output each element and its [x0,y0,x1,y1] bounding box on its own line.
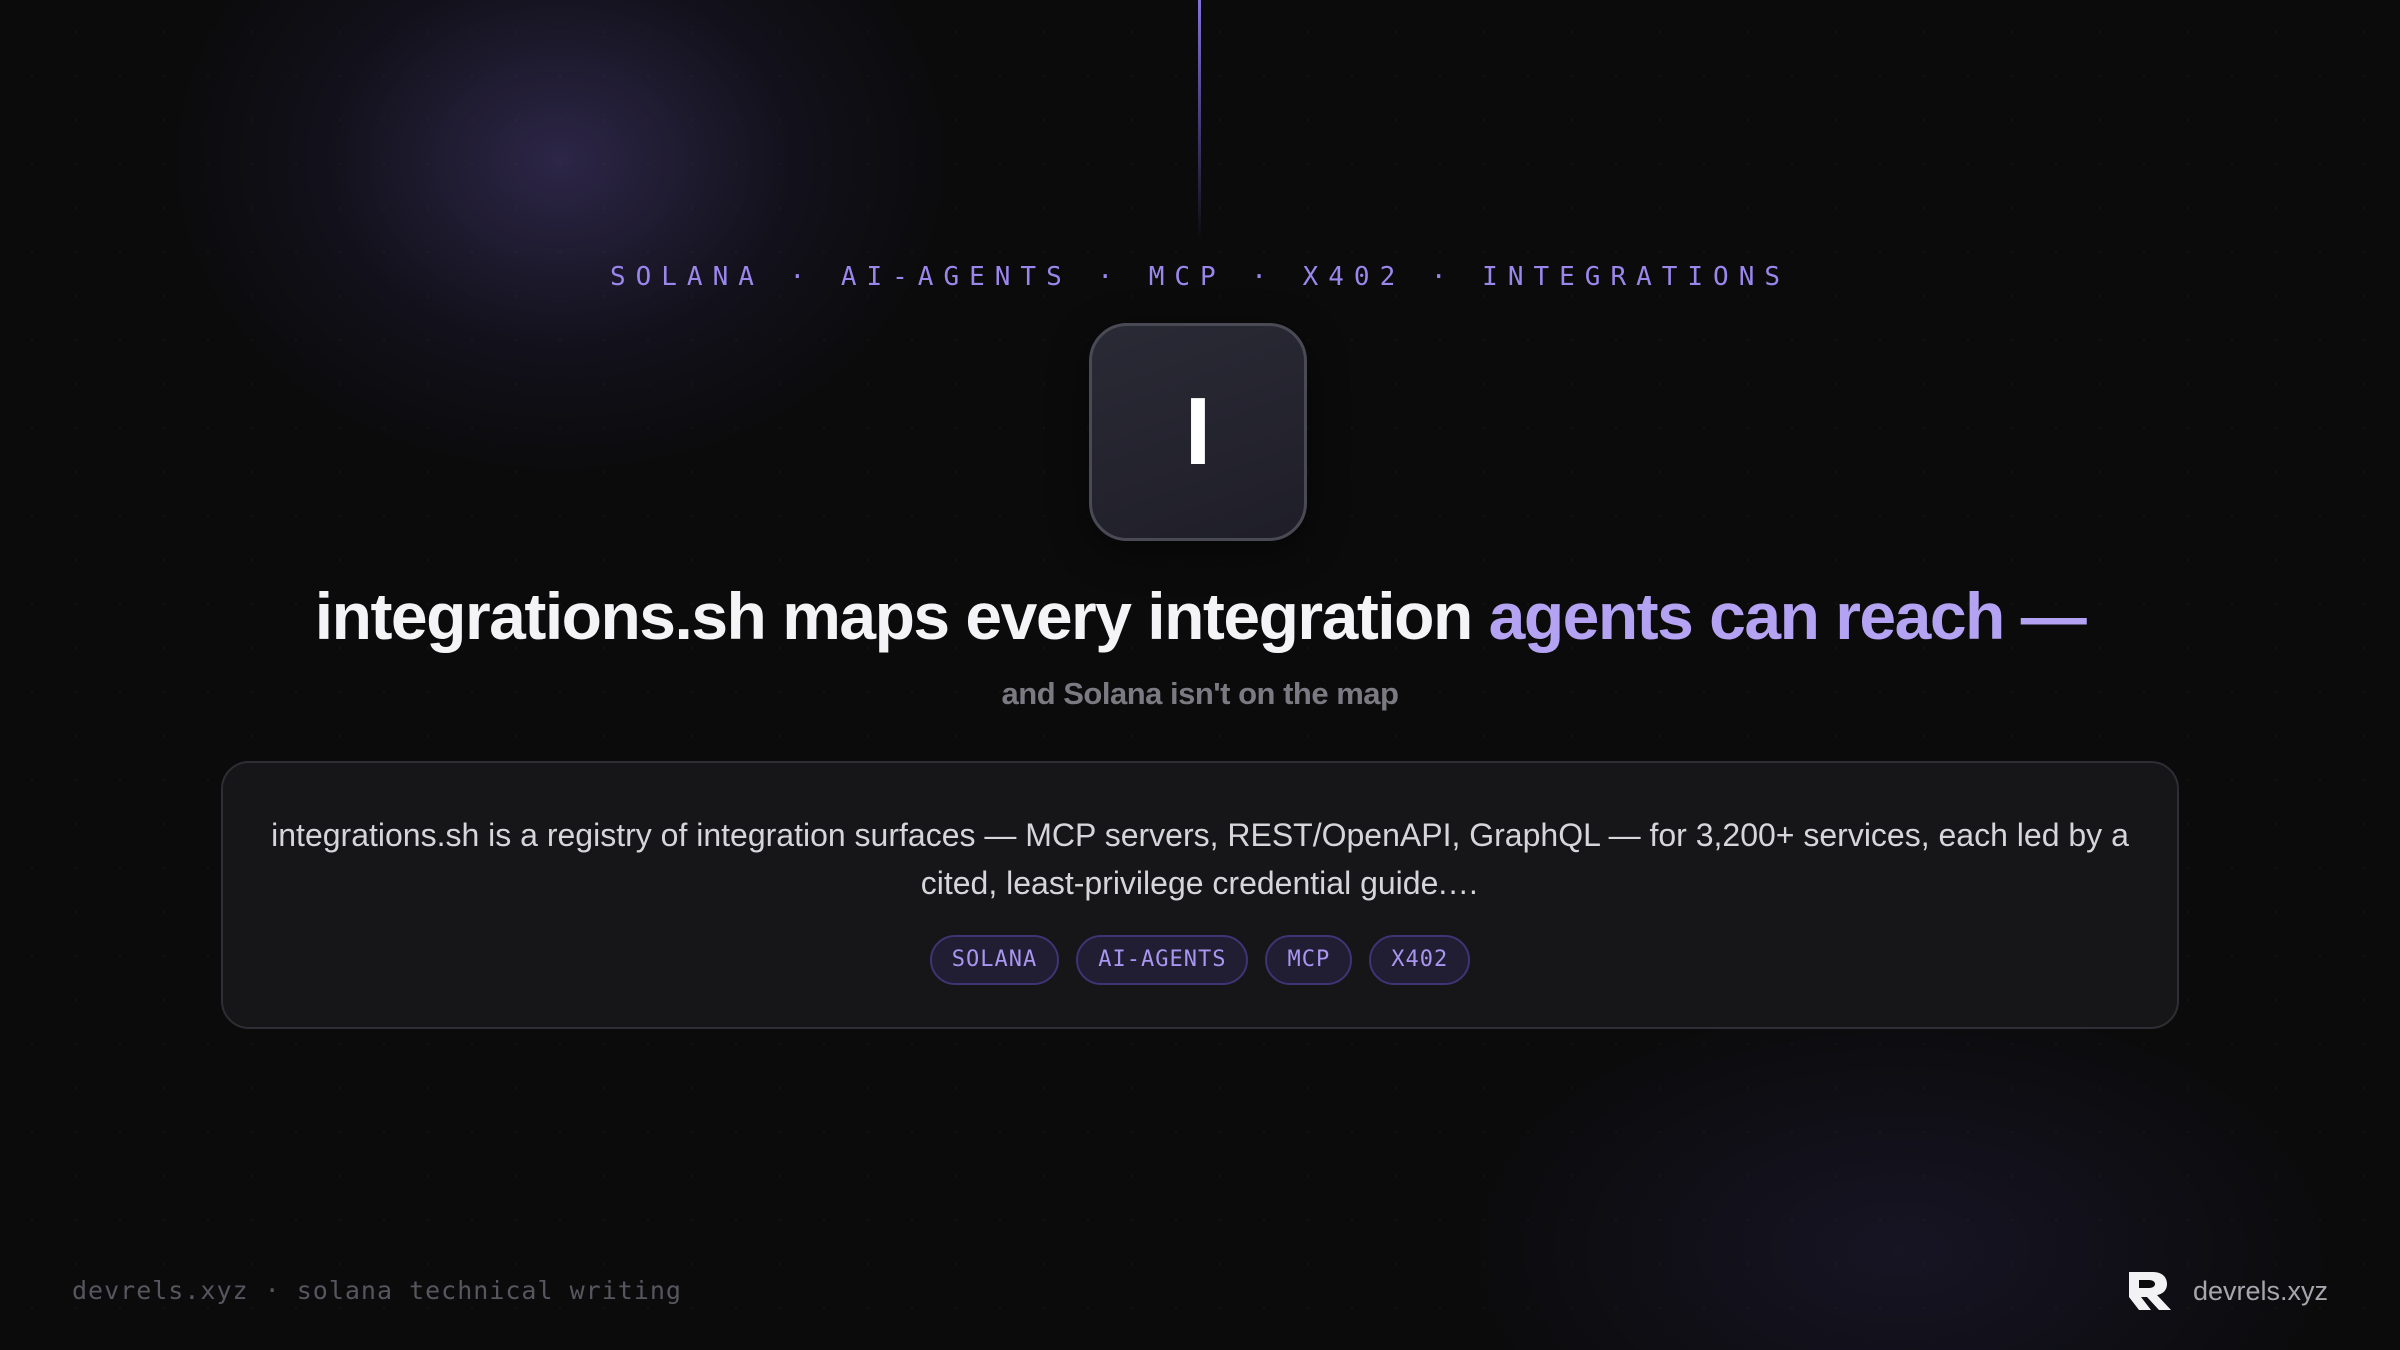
light-beam [1198,0,1201,240]
footer-caption: devrels.xyz · solana technical writing [72,1276,682,1305]
tag-ai-agents: AI-AGENTS [1076,935,1249,985]
tag-solana: SOLANA [929,935,1060,985]
headline-accent: agents can reach — [1488,579,2087,653]
headline-main: integrations.sh maps every integration [314,579,1489,653]
devrels-logo-icon [2128,1272,2171,1310]
topics-line: SOLANA · AI-AGENTS · MCP · X402 · INTEGR… [609,262,1791,292]
tag-mcp: MCP [1265,935,1353,985]
footer-brand: devrels.xyz [2127,1270,2328,1312]
tag-list: SOLANA AI-AGENTS MCP X402 [223,935,2177,985]
slide-canvas: SOLANA · AI-AGENTS · MCP · X402 · INTEGR… [0,0,2400,1350]
logo-letter: I [1184,378,1212,485]
card-description: integrations.sh is a registry of integra… [271,817,2129,901]
subheadline: and Solana isn't on the map [1001,676,1399,711]
headline: integrations.sh maps every integration a… [0,578,2400,654]
summary-card: integrations.sh is a registry of integra… [221,761,2179,1029]
brand-name: devrels.xyz [2192,1275,2328,1306]
tag-x402: X402 [1369,935,1471,985]
logo-tile: I [1089,323,1307,541]
